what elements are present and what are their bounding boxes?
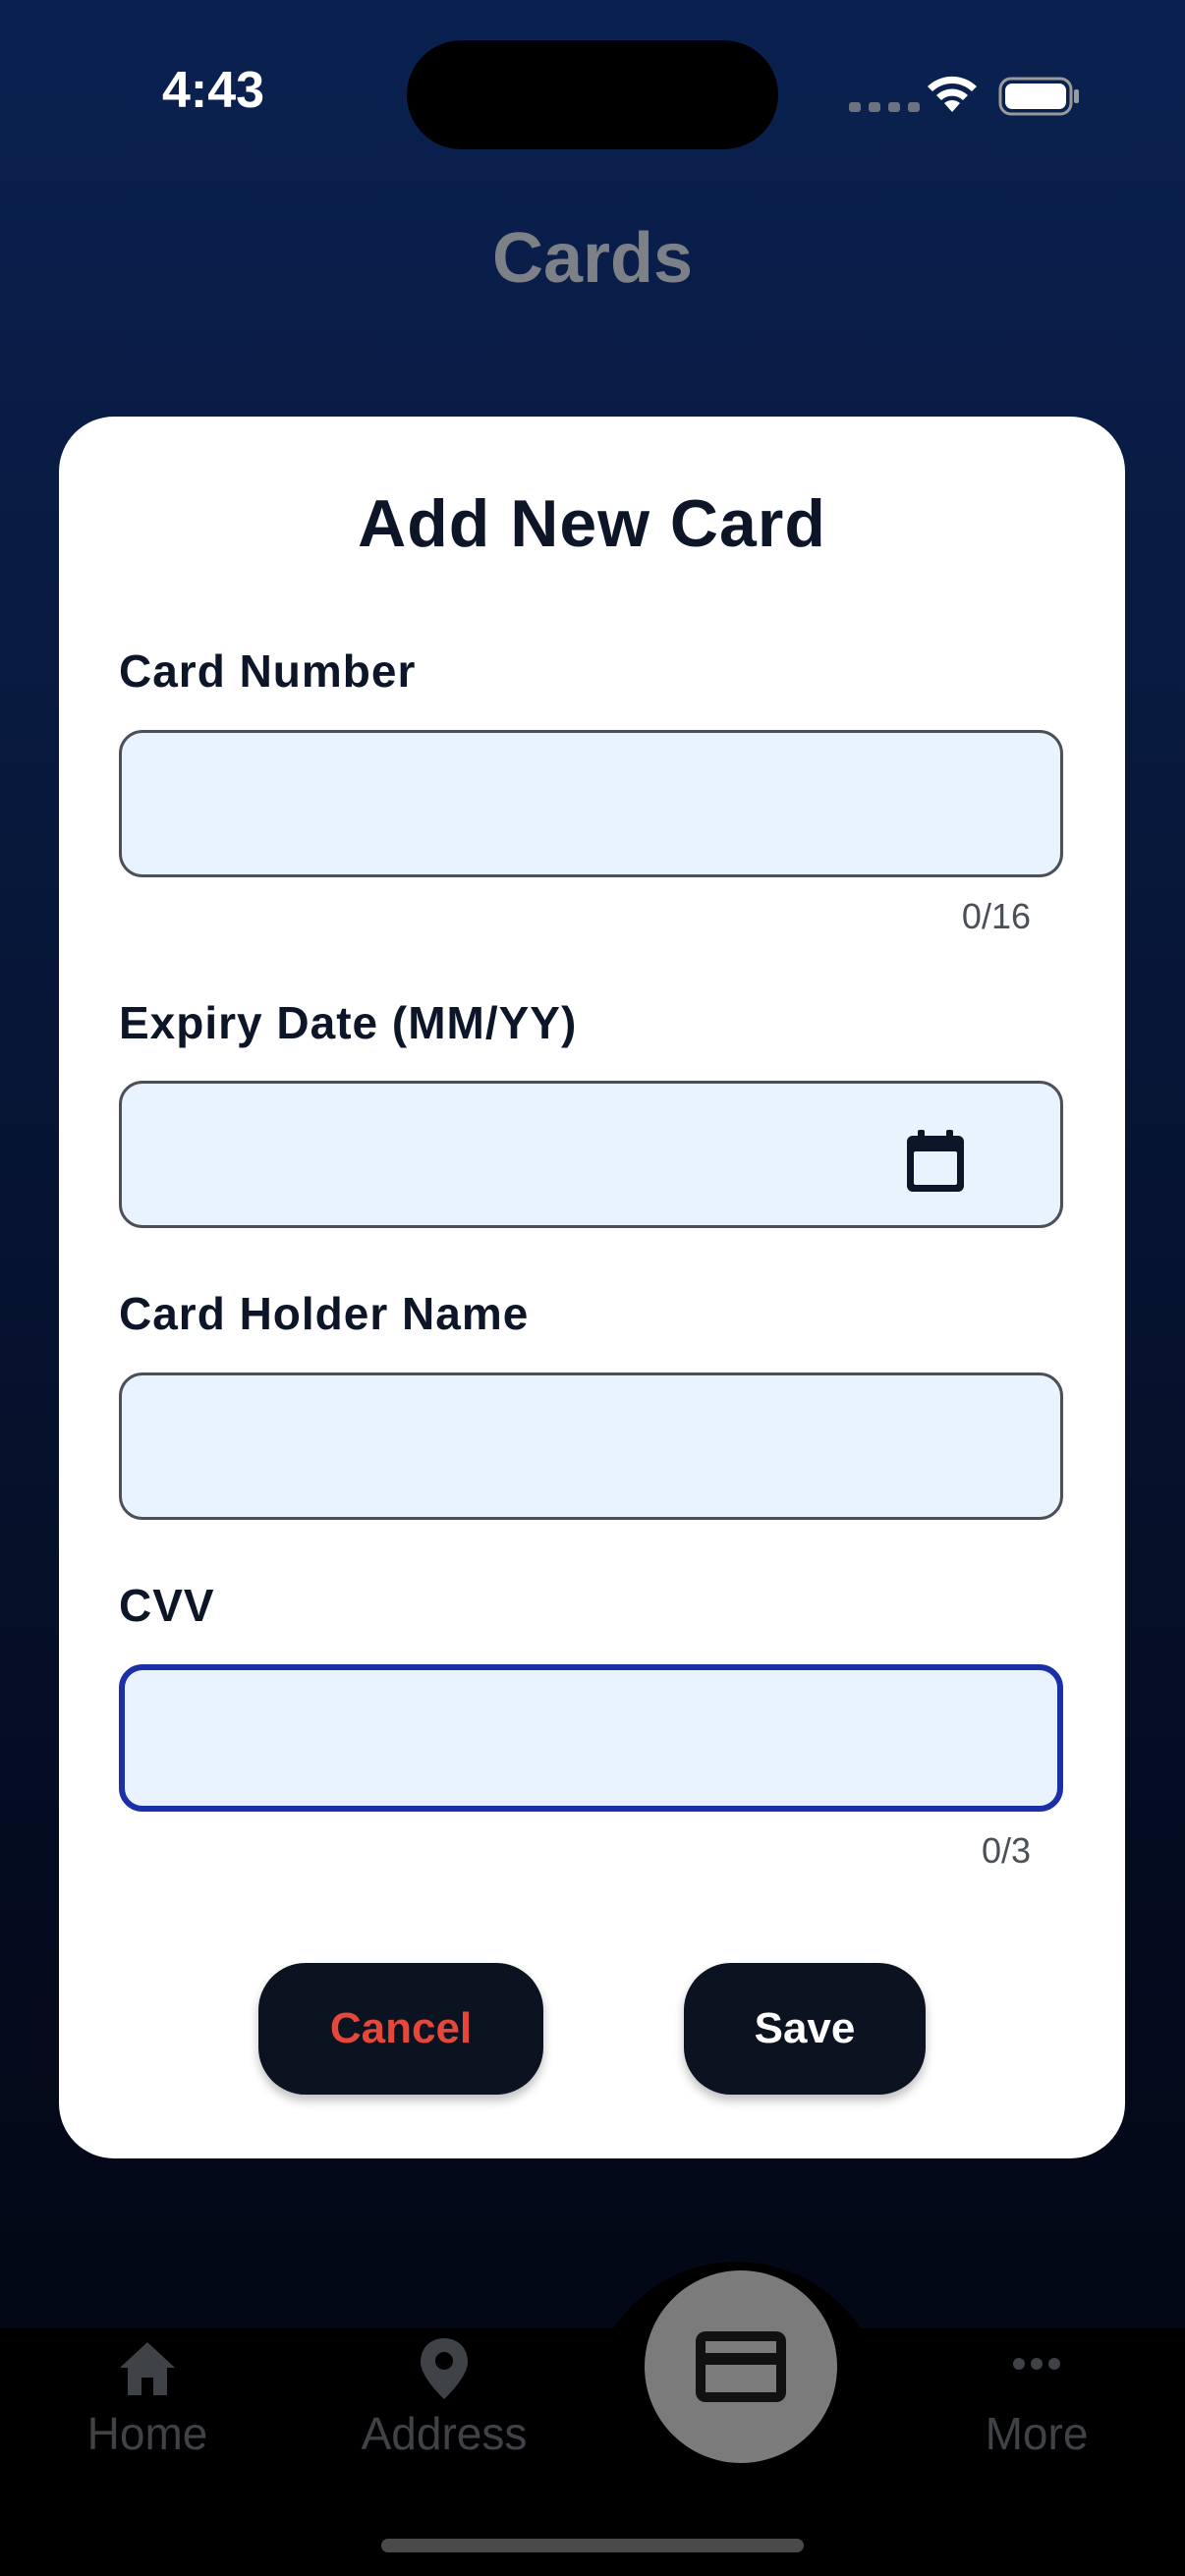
nav-item-cards[interactable] [645, 2270, 837, 2463]
expiry-date-label: Expiry Date (MM/YY) [119, 997, 578, 1048]
cellular-signal-icon [849, 102, 920, 112]
nav-item-home[interactable]: Home [49, 2334, 246, 2460]
card-holder-label: Card Holder Name [119, 1288, 530, 1339]
card-number-input[interactable] [119, 730, 1063, 877]
location-pin-icon [421, 2338, 468, 2399]
wifi-icon [928, 76, 977, 112]
nav-item-address[interactable]: Address [346, 2334, 542, 2460]
more-dots-icon [1013, 2358, 1060, 2370]
cvv-input[interactable] [119, 1664, 1063, 1812]
nav-label-address: Address [361, 2408, 528, 2459]
card-holder-input[interactable] [119, 1372, 1063, 1520]
status-time: 4:43 [162, 62, 265, 119]
battery-icon [998, 77, 1079, 116]
nav-label-more: More [985, 2408, 1089, 2459]
cvv-label: CVV [119, 1580, 215, 1631]
nav-item-more[interactable]: More [938, 2334, 1135, 2460]
home-indicator [381, 2539, 804, 2552]
home-icon [120, 2342, 175, 2395]
page-title: Cards [491, 219, 694, 298]
card-number-label: Card Number [119, 645, 417, 697]
dynamic-island [407, 40, 778, 149]
cvv-counter: 0/3 [981, 1830, 1031, 1871]
calendar-icon[interactable] [904, 1128, 967, 1195]
save-button[interactable]: Save [684, 1963, 926, 2095]
nav-label-home: Home [86, 2408, 208, 2459]
card-number-counter: 0/16 [961, 896, 1031, 936]
credit-card-icon [696, 2331, 786, 2402]
add-card-dialog: Add New Card Card Number 0/16 Expiry Dat… [59, 417, 1125, 2158]
cancel-button[interactable]: Cancel [258, 1963, 543, 2095]
dialog-title: Add New Card [358, 486, 826, 561]
